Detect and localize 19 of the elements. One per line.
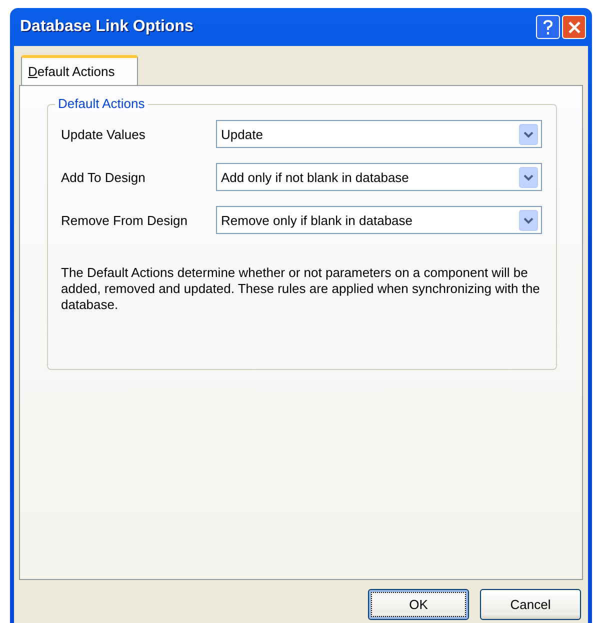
description-text: The Default Actions determine whether or not parameters on a component will be added, removed and updated. These rules are applied when synchronizing with the database. (61, 265, 541, 313)
tab[interactable]: Default Actions (21, 55, 138, 85)
window-title: Database Link Options (20, 18, 194, 36)
field-label: Add To Design (61, 170, 146, 184)
help-button[interactable] (536, 15, 560, 39)
ok-button[interactable]: OK (368, 589, 469, 620)
dropdown[interactable]: Update (216, 120, 542, 148)
question-mark-icon (543, 20, 553, 34)
chevron-down-icon (519, 166, 538, 188)
field-label: Remove From Design (61, 212, 188, 228)
close-button[interactable] (562, 15, 586, 39)
close-icon (568, 20, 580, 34)
dropdown[interactable]: Add only if not blank in database (216, 163, 542, 191)
group-title: Default Actions (55, 96, 148, 111)
chevron-down-icon (519, 124, 538, 144)
cancel-button[interactable]: Cancel (480, 589, 581, 620)
dropdown[interactable]: Remove only if blank in database (216, 206, 542, 234)
field-label: Update Values (61, 126, 146, 142)
chevron-down-icon (519, 210, 538, 230)
